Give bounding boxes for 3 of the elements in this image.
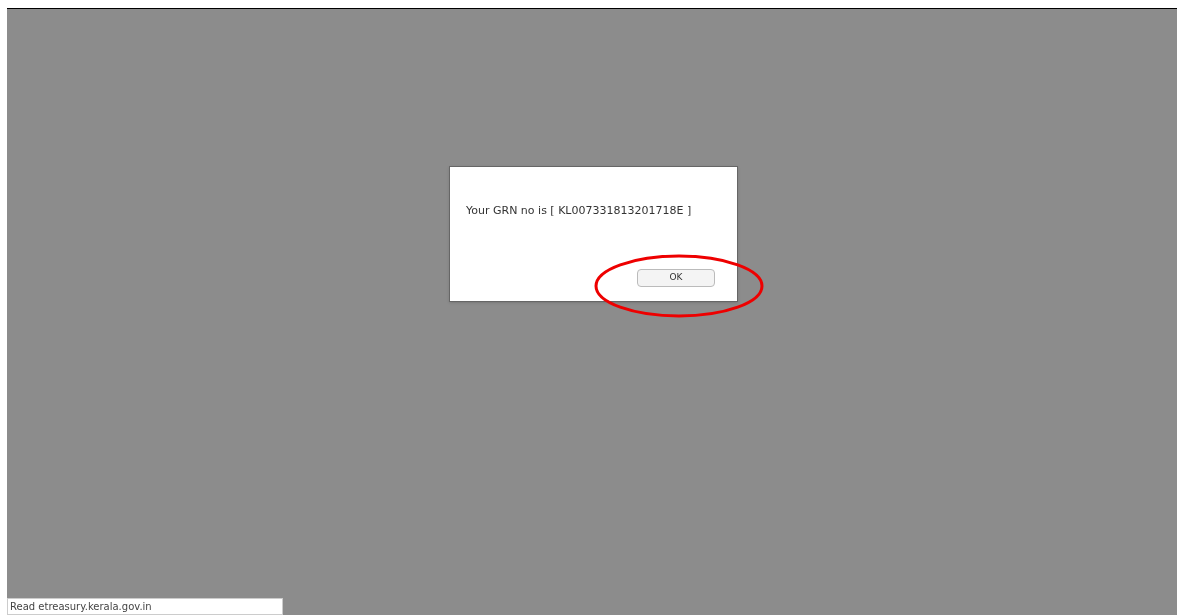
dialog-message: Your GRN no is [ KL007331813201718E ] [466,203,693,219]
ok-button[interactable]: OK [637,269,715,287]
status-text: Read etreasury.kerala.gov.in [10,600,152,614]
